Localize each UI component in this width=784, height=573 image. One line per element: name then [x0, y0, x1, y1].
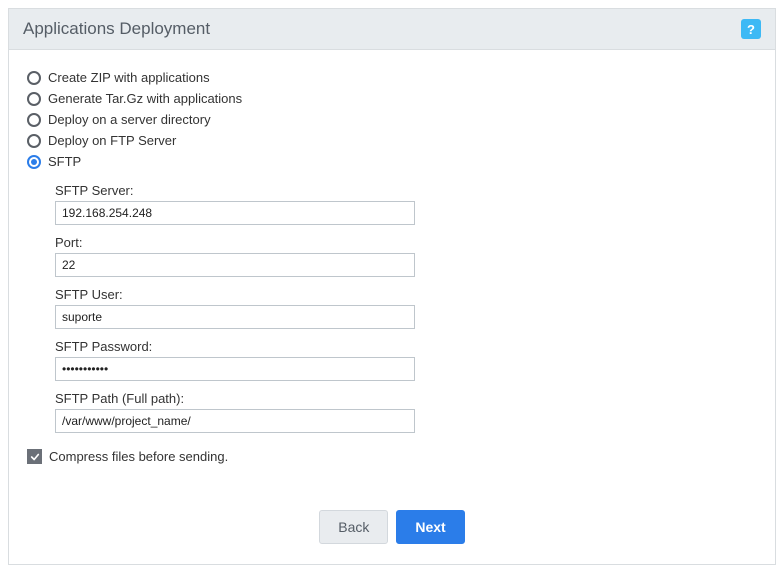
radio-icon	[27, 134, 41, 148]
radio-label: Create ZIP with applications	[48, 70, 210, 85]
back-button[interactable]: Back	[319, 510, 388, 544]
password-label: SFTP Password:	[55, 339, 415, 354]
sftp-form: SFTP Server: Port: SFTP User: SFTP Passw…	[55, 183, 415, 433]
buttons-row: Back Next	[27, 510, 757, 544]
compress-checkbox-row[interactable]: Compress files before sending.	[27, 449, 757, 464]
form-group-port: Port:	[55, 235, 415, 277]
deployment-type-radio-group: Create ZIP with applications Generate Ta…	[27, 70, 757, 169]
radio-icon	[27, 92, 41, 106]
compress-checkbox-label: Compress files before sending.	[49, 449, 228, 464]
radio-icon	[27, 155, 41, 169]
form-group-password: SFTP Password:	[55, 339, 415, 381]
radio-create-zip[interactable]: Create ZIP with applications	[27, 70, 757, 85]
user-input[interactable]	[55, 305, 415, 329]
password-input[interactable]	[55, 357, 415, 381]
radio-deploy-server-directory[interactable]: Deploy on a server directory	[27, 112, 757, 127]
radio-label: SFTP	[48, 154, 81, 169]
form-group-user: SFTP User:	[55, 287, 415, 329]
radio-selected-dot-icon	[31, 159, 37, 165]
checkbox-icon	[27, 449, 42, 464]
path-label: SFTP Path (Full path):	[55, 391, 415, 406]
radio-icon	[27, 71, 41, 85]
radio-label: Generate Tar.Gz with applications	[48, 91, 242, 106]
radio-label: Deploy on a server directory	[48, 112, 211, 127]
check-icon	[30, 452, 40, 462]
panel-header: Applications Deployment ?	[9, 9, 775, 50]
radio-icon	[27, 113, 41, 127]
server-input[interactable]	[55, 201, 415, 225]
path-input[interactable]	[55, 409, 415, 433]
form-group-server: SFTP Server:	[55, 183, 415, 225]
radio-generate-targz[interactable]: Generate Tar.Gz with applications	[27, 91, 757, 106]
server-label: SFTP Server:	[55, 183, 415, 198]
next-button[interactable]: Next	[396, 510, 464, 544]
port-input[interactable]	[55, 253, 415, 277]
radio-label: Deploy on FTP Server	[48, 133, 176, 148]
port-label: Port:	[55, 235, 415, 250]
user-label: SFTP User:	[55, 287, 415, 302]
help-icon[interactable]: ?	[741, 19, 761, 39]
form-group-path: SFTP Path (Full path):	[55, 391, 415, 433]
deployment-panel: Applications Deployment ? Create ZIP wit…	[8, 8, 776, 565]
panel-body: Create ZIP with applications Generate Ta…	[9, 50, 775, 564]
page-title: Applications Deployment	[23, 19, 210, 39]
radio-sftp[interactable]: SFTP	[27, 154, 757, 169]
radio-deploy-ftp[interactable]: Deploy on FTP Server	[27, 133, 757, 148]
